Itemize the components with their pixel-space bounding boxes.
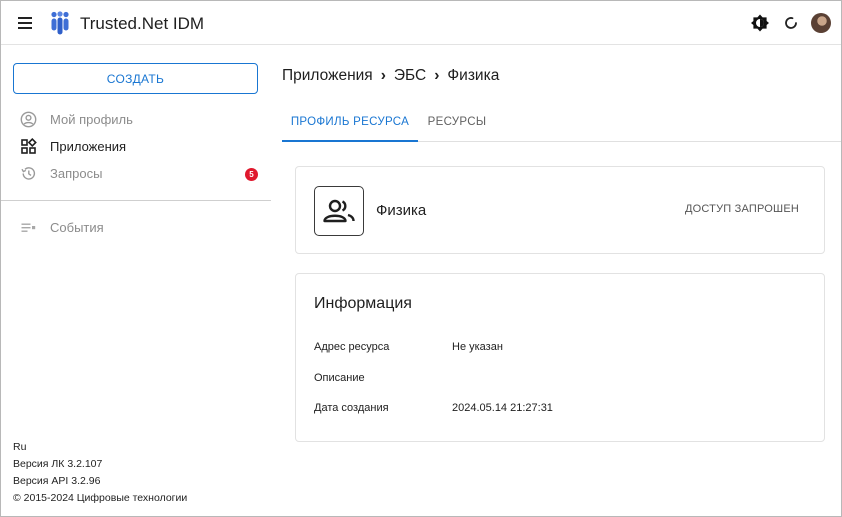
info-label: Адрес ресурса — [314, 341, 390, 353]
user-circle-icon — [20, 111, 37, 128]
version-lk: Версия ЛК 3.2.107 — [13, 458, 103, 470]
sidebar-divider — [1, 200, 271, 201]
info-row-description: Описание — [314, 372, 804, 388]
logo — [51, 11, 69, 35]
users-icon — [323, 199, 355, 223]
info-row-created: Дата создания 2024.05.14 21:27:31 — [314, 402, 804, 418]
avatar[interactable] — [811, 13, 831, 33]
sidebar-item-label: Приложения — [50, 139, 127, 154]
create-button[interactable]: СОЗДАТЬ — [13, 63, 258, 94]
app-window: Trusted.Net IDM СОЗДАТЬ Мой профиль Прил… — [0, 0, 842, 517]
info-card: Информация Адрес ресурса Не указан Описа… — [295, 273, 825, 442]
version-api: Версия API 3.2.96 — [13, 475, 101, 487]
sidebar-item-requests[interactable]: Запросы 5 — [1, 163, 271, 185]
breadcrumb: Приложения › ЭБС › Физика — [282, 67, 499, 85]
sidebar-item-label: Запросы — [50, 166, 103, 181]
sidebar-item-label: События — [50, 220, 104, 235]
info-value: Не указан — [452, 341, 503, 353]
resource-avatar — [314, 186, 364, 236]
top-app-bar: Trusted.Net IDM — [1, 1, 841, 45]
apps-grid-icon — [21, 138, 37, 154]
sidebar: СОЗДАТЬ Мой профиль Приложения Запросы 5… — [1, 46, 271, 516]
info-label: Дата создания — [314, 402, 389, 414]
resource-card: Физика ДОСТУП ЗАПРОШЕН — [295, 166, 825, 254]
sidebar-footer: Ru Версия ЛК 3.2.107 Версия API 3.2.96 ©… — [13, 439, 187, 507]
language-selector[interactable]: Ru — [13, 439, 187, 456]
info-label: Описание — [314, 372, 365, 384]
breadcrumb-item-current: Физика — [447, 67, 500, 84]
info-row-address: Адрес ресурса Не указан — [314, 341, 804, 357]
breadcrumb-item-applications[interactable]: Приложения — [282, 67, 373, 84]
sidebar-item-applications[interactable]: Приложения — [1, 136, 271, 158]
info-value: 2024.05.14 21:27:31 — [452, 402, 553, 414]
tab-bar: ПРОФИЛЬ РЕСУРСА РЕСУРСЫ — [282, 104, 841, 142]
events-list-icon — [21, 223, 36, 232]
menu-icon[interactable] — [17, 15, 33, 31]
sidebar-item-events[interactable]: События — [1, 217, 271, 239]
breadcrumb-separator: › — [380, 67, 386, 84]
copyright: © 2015-2024 Цифровые технологии — [13, 492, 188, 504]
resource-name: Физика — [376, 202, 427, 219]
theme-icon[interactable] — [751, 14, 769, 32]
history-icon — [21, 167, 36, 180]
sidebar-item-my-profile[interactable]: Мой профиль — [1, 109, 271, 131]
tab-resource-profile[interactable]: ПРОФИЛЬ РЕСУРСА — [282, 104, 418, 142]
info-title: Информация — [314, 295, 412, 312]
notification-badge: 5 — [245, 168, 258, 181]
breadcrumb-separator: › — [434, 67, 440, 84]
app-title: Trusted.Net IDM — [80, 14, 205, 33]
sidebar-item-label: Мой профиль — [50, 112, 133, 127]
tab-resources[interactable]: РЕСУРСЫ — [418, 104, 496, 142]
breadcrumb-item-ebs[interactable]: ЭБС — [394, 67, 426, 84]
access-status: ДОСТУП ЗАПРОШЕН — [684, 203, 799, 215]
refresh-icon[interactable] — [783, 15, 799, 31]
